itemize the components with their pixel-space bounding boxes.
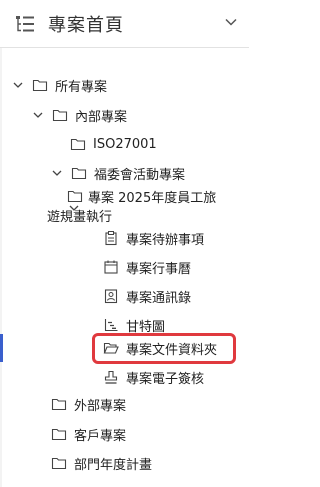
gantt-chart-icon — [104, 319, 118, 332]
tree-item-client-projects[interactable]: 客戶專案 — [51, 421, 126, 447]
tree-item-label: 所有專案 — [55, 79, 108, 95]
calendar-icon — [104, 260, 118, 274]
tree-item-label: 專案待辦事項 — [126, 232, 205, 248]
tree-item-iso27001[interactable]: ISO27001 — [70, 131, 157, 157]
tree-list-icon — [16, 16, 34, 32]
chevron-down-icon[interactable] — [12, 79, 24, 91]
folder-icon — [51, 457, 67, 470]
chevron-down-icon[interactable] — [32, 109, 44, 121]
sidebar-header: 專案首頁 — [0, 0, 249, 48]
tree-item-label: 外部專案 — [74, 398, 127, 414]
tree-item-label: 客戶專案 — [74, 428, 127, 444]
tree-item-label: 福委會活動專案 — [94, 167, 186, 183]
tree-item-calendar[interactable]: 專案行事曆 — [103, 254, 191, 280]
clipboard-icon — [105, 231, 117, 246]
folder-icon — [32, 79, 48, 92]
contact-card-icon — [104, 289, 118, 304]
folder-icon — [51, 398, 67, 411]
tree-item-label: 專案 2025年度員工旅 — [88, 190, 217, 206]
tree-item-label: 專案通訊錄 — [126, 290, 192, 306]
tree-item-dept-annual-plan[interactable]: 部門年度計畫 — [51, 450, 152, 476]
tree-item-label: 甘特圖 — [126, 319, 166, 335]
folder-icon — [70, 138, 86, 151]
folder-icon — [52, 109, 68, 122]
folder-icon — [51, 428, 67, 441]
stamp-icon — [104, 370, 118, 384]
chevron-down-icon[interactable] — [51, 167, 63, 179]
page-title: 專案首頁 — [48, 15, 124, 36]
chevron-down-icon[interactable] — [225, 18, 237, 26]
tree-item-external-projects[interactable]: 外部專案 — [51, 391, 126, 417]
tree-item-label: 專案電子簽核 — [126, 371, 205, 387]
folder-icon — [71, 167, 87, 180]
tree-item-internal-projects[interactable]: 內部專案 — [32, 102, 127, 128]
tree-item-label: ISO27001 — [93, 136, 157, 152]
tree-item-all-projects[interactable]: 所有專案 — [12, 72, 107, 98]
sidebar-edge — [0, 48, 2, 487]
active-indicator — [0, 334, 3, 362]
tree-item-label: 部門年度計畫 — [74, 457, 153, 473]
tree-item-todo[interactable]: 專案待辦事項 — [103, 225, 204, 251]
tree-item-esign[interactable]: 專案電子簽核 — [103, 364, 204, 390]
selected-highlight — [92, 333, 236, 364]
chevron-down-icon[interactable] — [68, 202, 80, 214]
tree-item-welfare-projects[interactable]: 福委會活動專案 — [51, 160, 185, 186]
tree-item-label: 內部專案 — [75, 109, 128, 125]
tree-item-contacts[interactable]: 專案通訊錄 — [103, 283, 191, 309]
tree-item-label: 專案行事曆 — [126, 261, 192, 277]
